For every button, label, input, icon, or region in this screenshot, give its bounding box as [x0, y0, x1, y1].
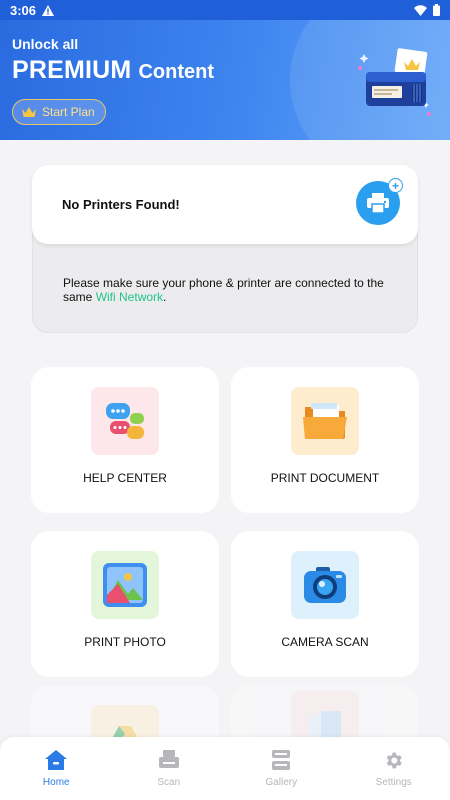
print-document-tile[interactable]: PRINT DOCUMENT [231, 367, 419, 513]
scanner-icon [158, 749, 180, 771]
printer-connection-message: Please make sure your phone & printer ar… [63, 276, 403, 304]
chat-bubbles-icon [106, 403, 144, 439]
folder-icon [303, 403, 347, 439]
nav-gallery[interactable]: Gallery [225, 737, 338, 800]
help-center-label: HELP CENTER [83, 471, 167, 485]
premium-printer-illustration [358, 48, 431, 116]
nav-scan[interactable]: Scan [113, 737, 226, 800]
wifi-network-link[interactable]: Wifi Network [96, 290, 163, 304]
banner-unlock-text: Unlock all [12, 36, 79, 52]
battery-icon [433, 4, 440, 16]
nav-home-label: Home [42, 777, 70, 788]
crown-icon [22, 106, 36, 117]
plus-icon: + [388, 178, 403, 193]
print-document-label: PRINT DOCUMENT [270, 471, 380, 485]
camera-scan-tile[interactable]: CAMERA SCAN [231, 531, 419, 677]
help-center-tile[interactable]: HELP CENTER [31, 367, 219, 513]
printer-icon [367, 193, 389, 214]
start-plan-button[interactable]: Start Plan [12, 99, 106, 125]
wifi-icon [414, 4, 427, 16]
banner-premium-text: PREMIUM [12, 56, 132, 84]
nav-settings[interactable]: Settings [338, 737, 450, 800]
start-plan-label: Start Plan [42, 105, 95, 119]
message-period: . [163, 290, 167, 304]
print-photo-label: PRINT PHOTO [84, 635, 166, 649]
printer-status-header[interactable]: No Printers Found! + [32, 165, 418, 244]
printer-status-card: No Printers Found! + Please make sure yo… [32, 165, 418, 333]
add-printer-button[interactable]: + [356, 178, 403, 225]
premium-banner[interactable]: Unlock all PREMIUM Content Start Plan [0, 20, 450, 140]
nav-scan-label: Scan [157, 777, 181, 788]
camera-icon [304, 567, 346, 603]
warning-icon [42, 4, 55, 16]
print-document-icon-bg [291, 387, 359, 455]
nav-gallery-label: Gallery [265, 777, 298, 788]
nav-settings-label: Settings [375, 777, 412, 788]
bottom-navigation: Home Scan Gallery Settings [0, 737, 450, 800]
status-bar: 3:06 [0, 0, 450, 20]
gear-icon [383, 749, 405, 771]
print-photo-tile[interactable]: PRINT PHOTO [31, 531, 219, 677]
camera-scan-icon-bg [291, 551, 359, 619]
no-printers-title: No Printers Found! [62, 197, 180, 212]
status-time: 3:06 [10, 2, 37, 18]
print-photo-icon-bg [91, 551, 159, 619]
home-icon [45, 749, 68, 771]
banner-headline: PREMIUM Content [12, 56, 214, 85]
camera-scan-label: CAMERA SCAN [281, 635, 369, 649]
gallery-icon [270, 749, 292, 771]
banner-content-text: Content [138, 61, 215, 83]
help-center-icon-bg [91, 387, 159, 455]
nav-home[interactable]: Home [0, 737, 113, 800]
photo-icon [103, 563, 147, 607]
